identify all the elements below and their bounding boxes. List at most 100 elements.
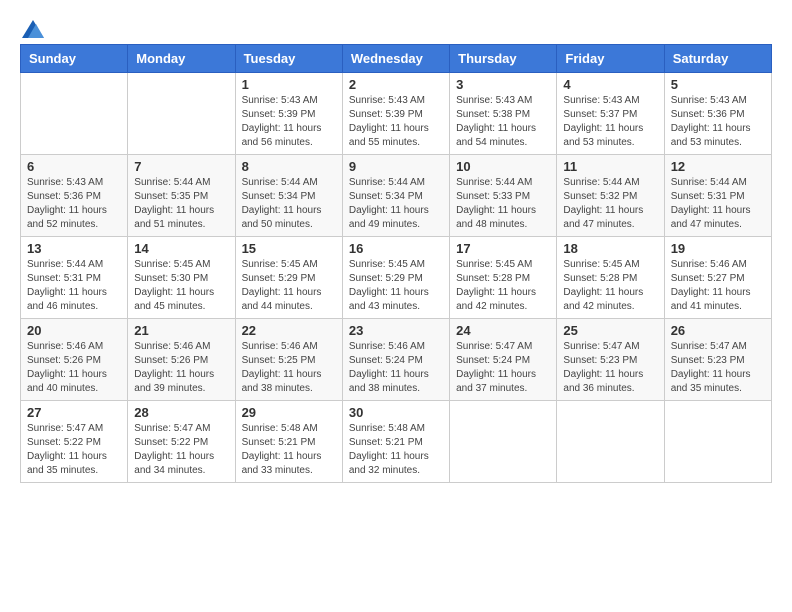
day-number: 22 xyxy=(242,323,336,338)
calendar-cell: 15 Sunrise: 5:45 AM Sunset: 5:29 PM Dayli… xyxy=(235,237,342,319)
day-info: Sunrise: 5:44 AM Sunset: 5:34 PM Dayligh… xyxy=(349,176,443,232)
day-info: Sunrise: 5:47 AM Sunset: 5:22 PM Dayligh… xyxy=(27,422,121,478)
day-info: Sunrise: 5:44 AM Sunset: 5:35 PM Dayligh… xyxy=(134,176,228,232)
calendar-cell: 4 Sunrise: 5:43 AM Sunset: 5:37 PM Daylig… xyxy=(557,73,664,155)
calendar-header-saturday: Saturday xyxy=(664,45,771,73)
calendar-week-row: 1 Sunrise: 5:43 AM Sunset: 5:39 PM Daylig… xyxy=(21,73,772,155)
calendar-cell: 9 Sunrise: 5:44 AM Sunset: 5:34 PM Daylig… xyxy=(342,155,449,237)
calendar-cell xyxy=(557,401,664,483)
day-number: 25 xyxy=(563,323,657,338)
day-info: Sunrise: 5:44 AM Sunset: 5:34 PM Dayligh… xyxy=(242,176,336,232)
day-number: 19 xyxy=(671,241,765,256)
day-number: 18 xyxy=(563,241,657,256)
day-info: Sunrise: 5:43 AM Sunset: 5:36 PM Dayligh… xyxy=(27,176,121,232)
calendar-cell: 27 Sunrise: 5:47 AM Sunset: 5:22 PM Dayli… xyxy=(21,401,128,483)
calendar-cell: 2 Sunrise: 5:43 AM Sunset: 5:39 PM Daylig… xyxy=(342,73,449,155)
calendar-week-row: 27 Sunrise: 5:47 AM Sunset: 5:22 PM Dayli… xyxy=(21,401,772,483)
day-number: 13 xyxy=(27,241,121,256)
calendar-cell: 23Sunrise: 5:46 AM Sunset: 5:24 PM Dayli… xyxy=(342,319,449,401)
calendar-cell: 18 Sunrise: 5:45 AM Sunset: 5:28 PM Dayli… xyxy=(557,237,664,319)
calendar-table: SundayMondayTuesdayWednesdayThursdayFrid… xyxy=(20,44,772,483)
day-number: 16 xyxy=(349,241,443,256)
day-info: Sunrise: 5:45 AM Sunset: 5:30 PM Dayligh… xyxy=(134,258,228,314)
calendar-header-sunday: Sunday xyxy=(21,45,128,73)
day-info: Sunrise: 5:46 AM Sunset: 5:26 PM Dayligh… xyxy=(27,340,121,396)
calendar-cell: 11 Sunrise: 5:44 AM Sunset: 5:32 PM Dayli… xyxy=(557,155,664,237)
calendar-header-tuesday: Tuesday xyxy=(235,45,342,73)
day-number: 7 xyxy=(134,159,228,174)
day-number: 17 xyxy=(456,241,550,256)
day-number: 3 xyxy=(456,77,550,92)
day-number: 10 xyxy=(456,159,550,174)
day-info: Sunrise: 5:46 AM Sunset: 5:26 PM Dayligh… xyxy=(134,340,228,396)
day-info: Sunrise: 5:44 AM Sunset: 5:32 PM Dayligh… xyxy=(563,176,657,232)
day-info: Sunrise: 5:45 AM Sunset: 5:29 PM Dayligh… xyxy=(242,258,336,314)
calendar-cell xyxy=(128,73,235,155)
day-number: 28 xyxy=(134,405,228,420)
header xyxy=(20,20,772,34)
day-info: Sunrise: 5:47 AM Sunset: 5:23 PM Dayligh… xyxy=(563,340,657,396)
calendar-week-row: 13 Sunrise: 5:44 AM Sunset: 5:31 PM Dayli… xyxy=(21,237,772,319)
day-info: Sunrise: 5:43 AM Sunset: 5:37 PM Dayligh… xyxy=(563,94,657,150)
logo-icon xyxy=(22,20,44,38)
calendar-cell xyxy=(664,401,771,483)
calendar-header-wednesday: Wednesday xyxy=(342,45,449,73)
day-info: Sunrise: 5:45 AM Sunset: 5:28 PM Dayligh… xyxy=(456,258,550,314)
day-number: 15 xyxy=(242,241,336,256)
day-number: 12 xyxy=(671,159,765,174)
day-info: Sunrise: 5:48 AM Sunset: 5:21 PM Dayligh… xyxy=(242,422,336,478)
day-number: 27 xyxy=(27,405,121,420)
day-number: 11 xyxy=(563,159,657,174)
calendar-cell: 17 Sunrise: 5:45 AM Sunset: 5:28 PM Dayli… xyxy=(450,237,557,319)
day-number: 14 xyxy=(134,241,228,256)
calendar-header-thursday: Thursday xyxy=(450,45,557,73)
calendar-cell: 13 Sunrise: 5:44 AM Sunset: 5:31 PM Dayli… xyxy=(21,237,128,319)
calendar-cell: 29 Sunrise: 5:48 AM Sunset: 5:21 PM Dayli… xyxy=(235,401,342,483)
calendar-cell: 6Sunrise: 5:43 AM Sunset: 5:36 PM Daylig… xyxy=(21,155,128,237)
calendar-cell: 12 Sunrise: 5:44 AM Sunset: 5:31 PM Dayli… xyxy=(664,155,771,237)
day-info: Sunrise: 5:45 AM Sunset: 5:29 PM Dayligh… xyxy=(349,258,443,314)
day-number: 26 xyxy=(671,323,765,338)
day-info: Sunrise: 5:45 AM Sunset: 5:28 PM Dayligh… xyxy=(563,258,657,314)
calendar-cell: 30Sunrise: 5:48 AM Sunset: 5:21 PM Dayli… xyxy=(342,401,449,483)
day-number: 1 xyxy=(242,77,336,92)
day-number: 2 xyxy=(349,77,443,92)
day-number: 21 xyxy=(134,323,228,338)
day-number: 9 xyxy=(349,159,443,174)
calendar-header-friday: Friday xyxy=(557,45,664,73)
day-info: Sunrise: 5:44 AM Sunset: 5:31 PM Dayligh… xyxy=(27,258,121,314)
day-info: Sunrise: 5:47 AM Sunset: 5:24 PM Dayligh… xyxy=(456,340,550,396)
day-number: 4 xyxy=(563,77,657,92)
calendar-header-row: SundayMondayTuesdayWednesdayThursdayFrid… xyxy=(21,45,772,73)
day-info: Sunrise: 5:43 AM Sunset: 5:39 PM Dayligh… xyxy=(349,94,443,150)
calendar-cell: 7 Sunrise: 5:44 AM Sunset: 5:35 PM Daylig… xyxy=(128,155,235,237)
day-info: Sunrise: 5:46 AM Sunset: 5:25 PM Dayligh… xyxy=(242,340,336,396)
calendar-cell: 24 Sunrise: 5:47 AM Sunset: 5:24 PM Dayli… xyxy=(450,319,557,401)
calendar-cell: 5Sunrise: 5:43 AM Sunset: 5:36 PM Daylig… xyxy=(664,73,771,155)
calendar-cell: 10Sunrise: 5:44 AM Sunset: 5:33 PM Dayli… xyxy=(450,155,557,237)
calendar-cell: 19Sunrise: 5:46 AM Sunset: 5:27 PM Dayli… xyxy=(664,237,771,319)
calendar-cell: 22 Sunrise: 5:46 AM Sunset: 5:25 PM Dayli… xyxy=(235,319,342,401)
calendar-cell: 20Sunrise: 5:46 AM Sunset: 5:26 PM Dayli… xyxy=(21,319,128,401)
day-info: Sunrise: 5:44 AM Sunset: 5:31 PM Dayligh… xyxy=(671,176,765,232)
calendar-cell: 21 Sunrise: 5:46 AM Sunset: 5:26 PM Dayli… xyxy=(128,319,235,401)
day-number: 30 xyxy=(349,405,443,420)
day-number: 29 xyxy=(242,405,336,420)
calendar-cell: 1 Sunrise: 5:43 AM Sunset: 5:39 PM Daylig… xyxy=(235,73,342,155)
calendar-cell: 8 Sunrise: 5:44 AM Sunset: 5:34 PM Daylig… xyxy=(235,155,342,237)
calendar-cell: 14 Sunrise: 5:45 AM Sunset: 5:30 PM Dayli… xyxy=(128,237,235,319)
day-number: 8 xyxy=(242,159,336,174)
day-info: Sunrise: 5:47 AM Sunset: 5:22 PM Dayligh… xyxy=(134,422,228,478)
calendar-cell: 16 Sunrise: 5:45 AM Sunset: 5:29 PM Dayli… xyxy=(342,237,449,319)
calendar-cell xyxy=(450,401,557,483)
day-number: 24 xyxy=(456,323,550,338)
day-info: Sunrise: 5:43 AM Sunset: 5:36 PM Dayligh… xyxy=(671,94,765,150)
calendar-cell: 28 Sunrise: 5:47 AM Sunset: 5:22 PM Dayli… xyxy=(128,401,235,483)
calendar-header-monday: Monday xyxy=(128,45,235,73)
day-info: Sunrise: 5:43 AM Sunset: 5:38 PM Dayligh… xyxy=(456,94,550,150)
calendar-week-row: 6Sunrise: 5:43 AM Sunset: 5:36 PM Daylig… xyxy=(21,155,772,237)
day-info: Sunrise: 5:43 AM Sunset: 5:39 PM Dayligh… xyxy=(242,94,336,150)
calendar-cell: 3 Sunrise: 5:43 AM Sunset: 5:38 PM Daylig… xyxy=(450,73,557,155)
calendar-cell: 26Sunrise: 5:47 AM Sunset: 5:23 PM Dayli… xyxy=(664,319,771,401)
calendar-cell xyxy=(21,73,128,155)
